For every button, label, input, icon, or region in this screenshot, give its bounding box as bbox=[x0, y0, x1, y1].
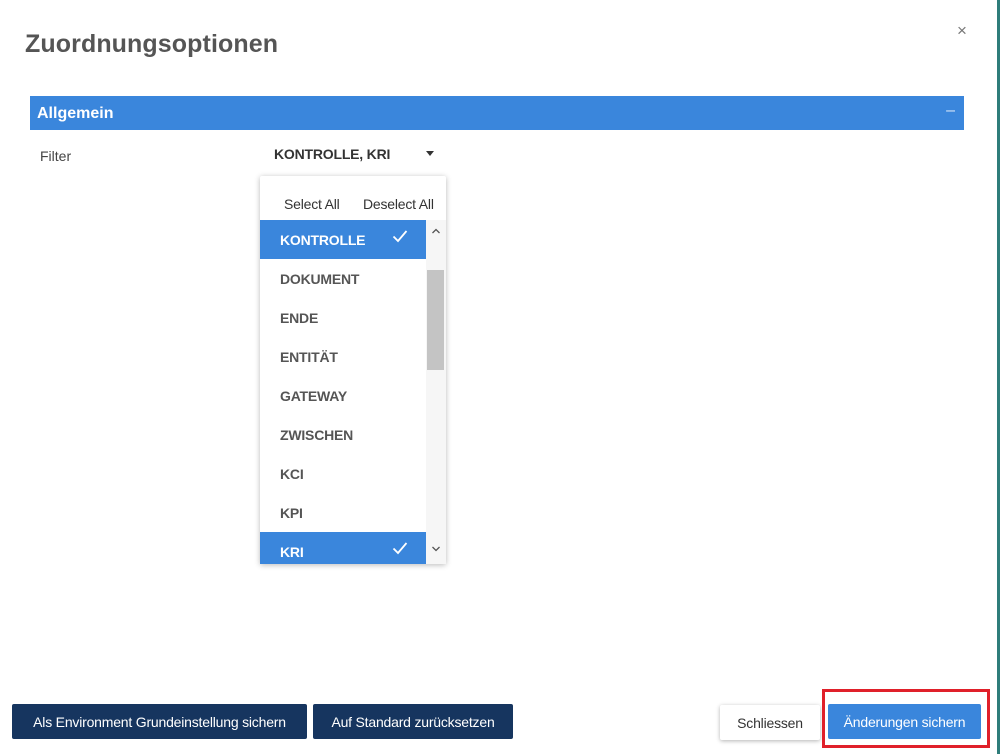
filter-label: Filter bbox=[40, 148, 72, 164]
section-header-allgemein[interactable]: Allgemein – bbox=[30, 96, 964, 130]
options-list: KONTROLLE DOKUMENT ENDE ENTITÄT GATEWAY … bbox=[260, 220, 426, 564]
filter-value: KONTROLLE, KRI bbox=[274, 146, 391, 162]
option-label: KPI bbox=[280, 505, 303, 521]
option-label: ZWISCHEN bbox=[280, 427, 354, 443]
option-kpi[interactable]: KPI bbox=[260, 493, 426, 532]
save-environment-default-button[interactable]: Als Environment Grundeinstellung sichern bbox=[12, 704, 307, 739]
option-dokument[interactable]: DOKUMENT bbox=[260, 259, 426, 298]
option-gateway[interactable]: GATEWAY bbox=[260, 376, 426, 415]
option-label: ENDE bbox=[280, 310, 319, 326]
option-label: ENTITÄT bbox=[280, 349, 338, 365]
caret-down-icon bbox=[426, 151, 434, 156]
check-icon bbox=[392, 230, 408, 243]
option-kri[interactable]: KRI bbox=[260, 532, 426, 564]
reset-to-default-button[interactable]: Auf Standard zurücksetzen bbox=[313, 704, 513, 739]
option-kci[interactable]: KCI bbox=[260, 454, 426, 493]
close-icon[interactable]: × bbox=[957, 22, 967, 39]
dialog-title: Zuordnungsoptionen bbox=[25, 30, 279, 58]
deselect-all-button[interactable]: Deselect All bbox=[363, 196, 434, 212]
option-label: KCI bbox=[280, 466, 304, 482]
option-ende[interactable]: ENDE bbox=[260, 298, 426, 337]
option-label: KONTROLLE bbox=[280, 232, 366, 248]
option-label: KRI bbox=[280, 544, 304, 560]
select-all-button[interactable]: Select All bbox=[284, 196, 340, 212]
scrollbar-thumb[interactable] bbox=[427, 270, 444, 370]
chevron-down-icon[interactable] bbox=[432, 546, 440, 552]
option-entitaet[interactable]: ENTITÄT bbox=[260, 337, 426, 376]
chevron-up-icon[interactable] bbox=[432, 228, 440, 234]
option-zwischen[interactable]: ZWISCHEN bbox=[260, 415, 426, 454]
save-changes-button[interactable]: Änderungen sichern bbox=[828, 704, 981, 739]
option-label: GATEWAY bbox=[280, 388, 348, 404]
close-button[interactable]: Schliessen bbox=[720, 705, 820, 740]
options-scrollbar[interactable] bbox=[426, 220, 446, 564]
filter-dropdown-panel: Select All Deselect All KONTROLLE DOKUME… bbox=[260, 176, 446, 564]
check-icon bbox=[392, 542, 408, 555]
option-kontrolle[interactable]: KONTROLLE bbox=[260, 220, 426, 259]
filter-select[interactable]: KONTROLLE, KRI bbox=[266, 140, 442, 168]
option-label: DOKUMENT bbox=[280, 271, 360, 287]
collapse-icon[interactable]: – bbox=[946, 103, 955, 119]
section-title: Allgemein bbox=[37, 105, 114, 122]
